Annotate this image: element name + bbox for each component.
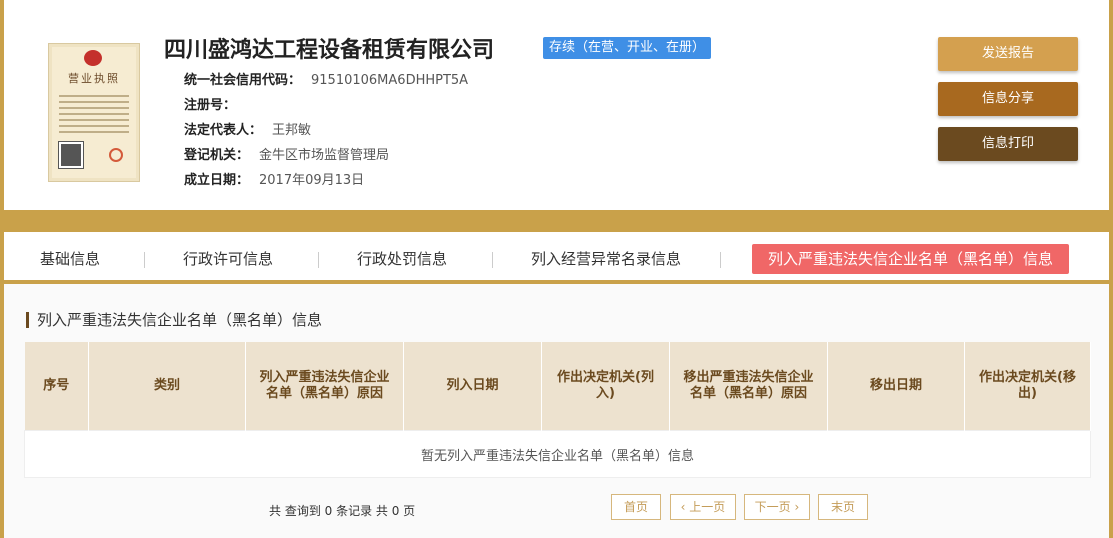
table-header-row: 序号 类别 列入严重违法失信企业名单（黑名单）原因 列入日期 作出决定机关(列入… xyxy=(24,342,1091,431)
col-index: 序号 xyxy=(24,342,89,431)
blacklist-table: 序号 类别 列入严重违法失信企业名单（黑名单）原因 列入日期 作出决定机关(列入… xyxy=(24,342,1091,478)
col-listing-date: 列入日期 xyxy=(403,342,542,431)
share-info-button[interactable]: 信息分享 xyxy=(938,82,1078,116)
table-row: 暂无列入严重违法失信企业名单（黑名单）信息 xyxy=(24,430,1091,478)
col-listing-reason: 列入严重违法失信企业名单（黑名单）原因 xyxy=(245,342,404,431)
credit-code-value: 91510106MA6DHHPT5A xyxy=(311,73,469,88)
detail-card: 基础信息 行政许可信息 行政处罚信息 列入经营异常名录信息 列入严重违法失信企业… xyxy=(0,232,1113,538)
tab-abnormal-operation[interactable]: 列入经营异常名录信息 xyxy=(531,244,681,274)
print-info-button[interactable]: 信息打印 xyxy=(938,127,1078,161)
tab-blacklist[interactable]: 列入严重违法失信企业名单（黑名单）信息 xyxy=(752,244,1070,274)
legal-representative-value: 王邦敏 xyxy=(272,123,312,138)
tab-admin-penalty[interactable]: 行政处罚信息 xyxy=(357,244,447,274)
business-license-image: 营业执照 xyxy=(48,43,140,182)
credit-code-row: 统一社会信用代码： 91510106MA6DHHPT5A xyxy=(184,73,469,88)
tab-basic-info[interactable]: 基础信息 xyxy=(40,244,100,274)
prev-page-button[interactable]: ‹ 上一页 xyxy=(670,494,736,520)
last-page-button[interactable]: 末页 xyxy=(818,494,868,520)
tab-bar: 基础信息 行政许可信息 行政处罚信息 列入经营异常名录信息 列入严重违法失信企业… xyxy=(4,232,1109,284)
tab-admin-license[interactable]: 行政许可信息 xyxy=(183,244,273,274)
national-emblem-icon xyxy=(84,50,102,66)
founding-date-value: 2017年09月13日 xyxy=(259,173,365,188)
col-listing-authority: 作出决定机关(列入) xyxy=(541,342,670,431)
status-badge: 存续（在营、开业、在册） xyxy=(543,37,712,59)
founding-date-row: 成立日期： 2017年09月13日 xyxy=(184,173,365,188)
first-page-button[interactable]: 首页 xyxy=(611,494,661,520)
empty-message: 暂无列入严重违法失信企业名单（黑名单）信息 xyxy=(24,430,1091,478)
company-name: 四川盛鸿达工程设备租赁有限公司 xyxy=(164,38,495,63)
col-removal-authority: 作出决定机关(移出) xyxy=(964,342,1091,431)
send-report-button[interactable]: 发送报告 xyxy=(938,37,1078,71)
company-header-card: 营业执照 四川盛鸿达工程设备租赁有限公司 存续（在营、开业、在册） 统一社会信用… xyxy=(0,0,1113,210)
qr-code-icon xyxy=(58,141,84,169)
license-title: 营业执照 xyxy=(68,72,120,85)
seal-icon xyxy=(109,148,123,162)
col-removal-reason: 移出严重违法失信企业名单（黑名单）原因 xyxy=(669,342,828,431)
next-page-button[interactable]: 下一页 › xyxy=(744,494,810,520)
legal-representative-row: 法定代表人： 王邦敏 xyxy=(184,123,312,138)
col-category: 类别 xyxy=(88,342,246,431)
col-removal-date: 移出日期 xyxy=(827,342,965,431)
pager-summary: 共 查询到 0 条记录 共 0 页 xyxy=(269,504,416,518)
registration-authority-value: 金牛区市场监督管理局 xyxy=(259,148,390,163)
registration-number-row: 注册号： xyxy=(184,98,237,113)
section-title: 列入严重违法失信企业名单（黑名单）信息 xyxy=(26,312,322,328)
registration-authority-row: 登记机关： 金牛区市场监督管理局 xyxy=(184,148,390,163)
